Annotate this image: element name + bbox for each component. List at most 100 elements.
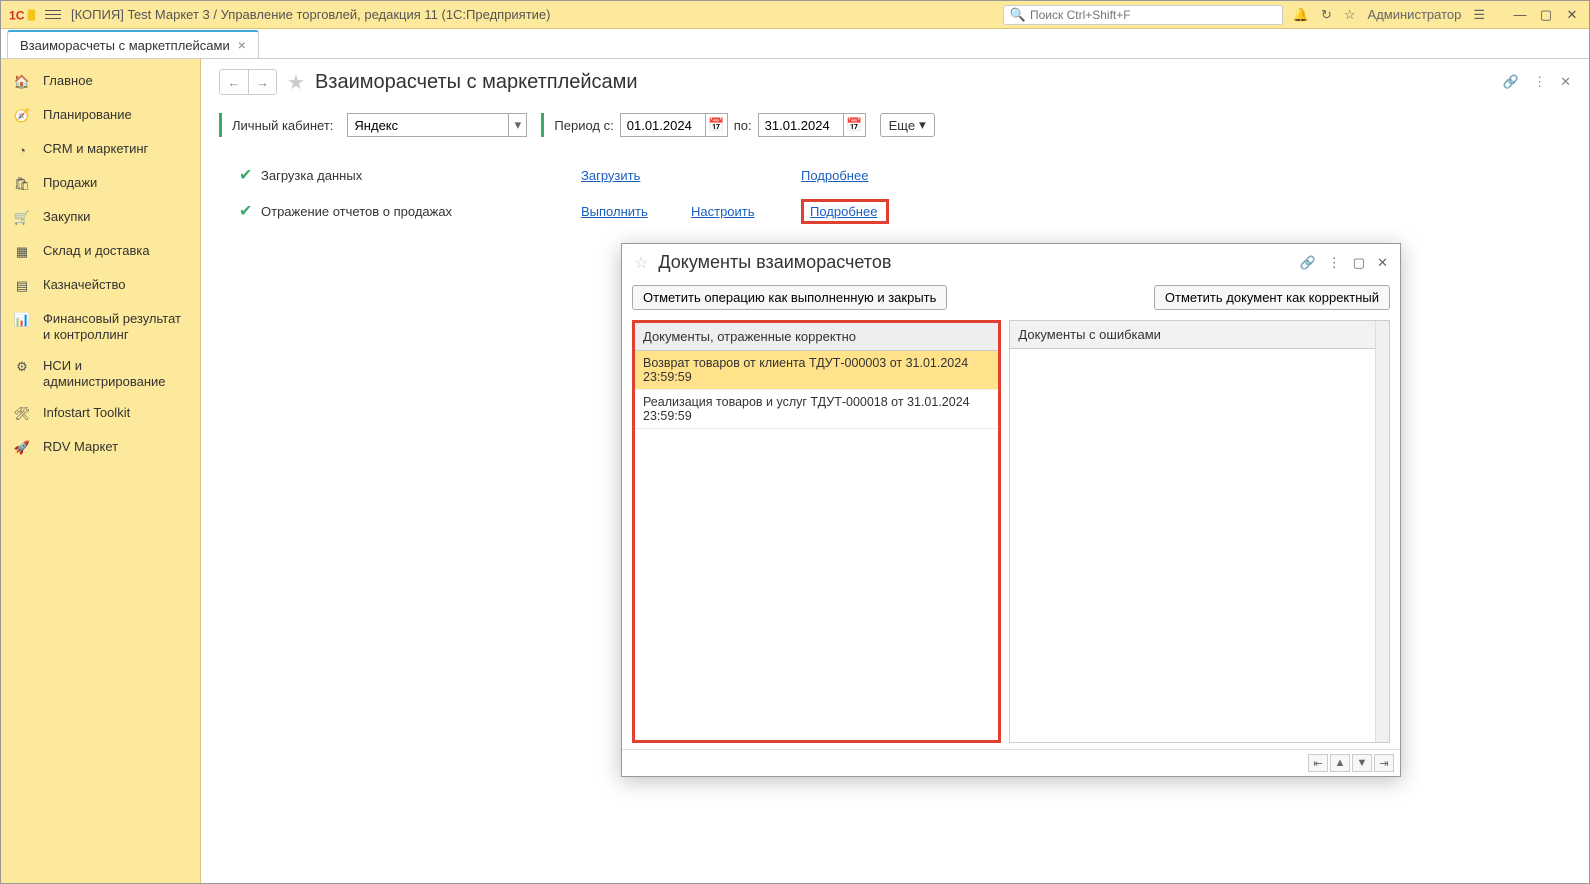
cash-icon: ▤ bbox=[13, 277, 31, 295]
chevron-down-icon[interactable]: ▾ bbox=[508, 114, 526, 136]
scrollbar[interactable] bbox=[1375, 321, 1389, 742]
documents-modal: ☆ Документы взаиморасчетов 🔗 ⋮ ▢ ✕ Отмет… bbox=[621, 243, 1401, 777]
history-icon[interactable]: ↻ bbox=[1321, 7, 1332, 23]
sidebar-item-finance[interactable]: 📊Финансовый результат и контроллинг bbox=[1, 303, 200, 350]
nav-first-button[interactable]: ⇤ bbox=[1308, 754, 1328, 772]
sidebar-item-main[interactable]: 🏠Главное bbox=[1, 65, 200, 99]
sidebar: 🏠Главное 🧭Планирование ◔CRM и маркетинг … bbox=[1, 59, 201, 883]
window-minimize[interactable]: — bbox=[1511, 6, 1529, 24]
sidebar-item-crm[interactable]: ◔CRM и маркетинг bbox=[1, 133, 200, 167]
settings-lines-icon[interactable]: ☰ bbox=[1473, 7, 1485, 23]
account-label: Личный кабинет: bbox=[232, 118, 333, 133]
nav-back-button[interactable]: ← bbox=[220, 70, 248, 94]
column-header: Документы, отраженные корректно bbox=[635, 323, 998, 351]
date-to-input[interactable] bbox=[759, 114, 843, 136]
period-to-label: по: bbox=[734, 118, 752, 133]
step-reflect-reports: ✔ Отражение отчетов о продажах Выполнить… bbox=[239, 193, 1571, 229]
search-icon: 🔍 bbox=[1010, 7, 1026, 23]
bag-icon: 🛍 bbox=[13, 175, 31, 193]
load-link[interactable]: Загрузить bbox=[581, 168, 651, 183]
detail-link[interactable]: Подробнее bbox=[801, 168, 871, 183]
pie-icon: ◔ bbox=[13, 141, 31, 159]
tab-marketplace-settlements[interactable]: Взаиморасчеты с маркетплейсами × bbox=[7, 30, 259, 58]
steps-list: ✔ Загрузка данных Загрузить Подробнее ✔ … bbox=[219, 157, 1571, 229]
sidebar-item-rdv[interactable]: 🚀RDV Маркет bbox=[1, 431, 200, 465]
date-from-input[interactable] bbox=[621, 114, 705, 136]
modal-body: Документы, отраженные корректно Возврат … bbox=[622, 314, 1400, 749]
title-bar: 1C [КОПИЯ] Test Маркет 3 / Управление то… bbox=[1, 1, 1589, 29]
tabs-bar: Взаиморасчеты с маркетплейсами × bbox=[1, 29, 1589, 59]
tab-label: Взаиморасчеты с маркетплейсами bbox=[20, 38, 230, 53]
more-button[interactable]: Еще▾ bbox=[880, 113, 935, 137]
sidebar-item-purchases[interactable]: 🛒Закупки bbox=[1, 201, 200, 235]
mark-correct-button[interactable]: Отметить документ как корректный bbox=[1154, 285, 1390, 310]
complete-button[interactable]: Отметить операцию как выполненную и закр… bbox=[632, 285, 947, 310]
rocket-icon: 🚀 bbox=[13, 439, 31, 457]
calendar-icon[interactable]: 📅 bbox=[705, 114, 727, 136]
title-toolbar: 🔔 ↻ ☆ Администратор ☰ — ▢ ✕ bbox=[1293, 6, 1581, 24]
window-maximize[interactable]: ▢ bbox=[1537, 6, 1555, 24]
sidebar-item-nsi[interactable]: ⚙НСИ и администрирование bbox=[1, 350, 200, 397]
modal-footer: ⇤ ▲ ▼ ⇥ bbox=[622, 749, 1400, 776]
configure-link[interactable]: Настроить bbox=[691, 204, 761, 219]
boxes-icon: ▦ bbox=[13, 243, 31, 261]
tab-close-icon[interactable]: × bbox=[238, 37, 246, 53]
tools-icon: 🛠 bbox=[13, 405, 31, 423]
document-row[interactable]: Возврат товаров от клиента ТДУТ-000003 о… bbox=[635, 351, 998, 390]
link-icon[interactable]: 🔗 bbox=[1503, 74, 1519, 90]
home-icon: 🏠 bbox=[13, 73, 31, 91]
maximize-icon[interactable]: ▢ bbox=[1353, 255, 1365, 271]
period-from-label: Период с: bbox=[554, 118, 613, 133]
nav-down-button[interactable]: ▼ bbox=[1352, 754, 1372, 772]
filter-row: Личный кабинет: ▾ Период с: 📅 по: 📅 Еще▾ bbox=[219, 113, 1571, 137]
nav-up-button[interactable]: ▲ bbox=[1330, 754, 1350, 772]
sidebar-item-planning[interactable]: 🧭Планирование bbox=[1, 99, 200, 133]
document-row[interactable]: Реализация товаров и услуг ТДУТ-000018 о… bbox=[635, 390, 998, 429]
kebab-icon[interactable]: ⋮ bbox=[1328, 255, 1341, 271]
close-icon[interactable]: ✕ bbox=[1377, 255, 1388, 271]
sidebar-item-sales[interactable]: 🛍Продажи bbox=[1, 167, 200, 201]
modal-toolbar: Отметить операцию как выполненную и закр… bbox=[622, 281, 1400, 314]
gear-icon: ⚙ bbox=[13, 358, 31, 376]
svg-text:1C: 1C bbox=[9, 8, 25, 22]
execute-link[interactable]: Выполнить bbox=[581, 204, 651, 219]
highlight-box: Подробнее bbox=[801, 199, 889, 224]
step-label: Загрузка данных bbox=[261, 168, 581, 183]
sidebar-item-infostart[interactable]: 🛠Infostart Toolkit bbox=[1, 397, 200, 431]
bell-icon[interactable]: 🔔 bbox=[1293, 7, 1309, 23]
app-logo: 1C bbox=[9, 6, 37, 24]
detail-link-highlighted[interactable]: Подробнее bbox=[810, 204, 880, 219]
page-close-icon[interactable]: ✕ bbox=[1560, 74, 1571, 90]
account-combo[interactable]: ▾ bbox=[347, 113, 527, 137]
step-label: Отражение отчетов о продажах bbox=[261, 204, 581, 219]
global-search[interactable]: 🔍 bbox=[1003, 5, 1283, 25]
search-input[interactable] bbox=[1030, 8, 1276, 22]
page-title: Взаиморасчеты с маркетплейсами bbox=[315, 71, 638, 94]
date-to[interactable]: 📅 bbox=[758, 113, 866, 137]
check-icon: ✔ bbox=[239, 165, 261, 185]
date-from[interactable]: 📅 bbox=[620, 113, 728, 137]
nav-last-button[interactable]: ⇥ bbox=[1374, 754, 1394, 772]
nav-forward-button[interactable]: → bbox=[248, 70, 276, 94]
window-title: [КОПИЯ] Test Маркет 3 / Управление торго… bbox=[71, 7, 551, 22]
menu-icon[interactable] bbox=[45, 10, 61, 19]
modal-star-icon[interactable]: ☆ bbox=[634, 253, 648, 273]
modal-title: Документы взаиморасчетов bbox=[658, 252, 891, 273]
calendar-icon[interactable]: 📅 bbox=[843, 114, 865, 136]
kebab-icon[interactable]: ⋮ bbox=[1533, 74, 1546, 90]
sidebar-item-warehouse[interactable]: ▦Склад и доставка bbox=[1, 235, 200, 269]
compass-icon: 🧭 bbox=[13, 107, 31, 125]
sidebar-item-treasury[interactable]: ▤Казначейство bbox=[1, 269, 200, 303]
favorite-star-icon[interactable]: ★ bbox=[287, 70, 305, 95]
column-header: Документы с ошибками bbox=[1010, 321, 1389, 349]
window-close[interactable]: ✕ bbox=[1563, 6, 1581, 24]
link-icon[interactable]: 🔗 bbox=[1300, 255, 1316, 271]
user-label[interactable]: Администратор bbox=[1368, 7, 1462, 22]
star-icon[interactable]: ☆ bbox=[1344, 7, 1356, 23]
account-input[interactable] bbox=[348, 114, 508, 136]
chart-icon: 📊 bbox=[13, 311, 31, 329]
check-icon: ✔ bbox=[239, 201, 261, 221]
step-load-data: ✔ Загрузка данных Загрузить Подробнее bbox=[239, 157, 1571, 193]
chevron-down-icon: ▾ bbox=[919, 117, 926, 133]
content-area: ← → ★ Взаиморасчеты с маркетплейсами 🔗 ⋮… bbox=[201, 59, 1589, 883]
